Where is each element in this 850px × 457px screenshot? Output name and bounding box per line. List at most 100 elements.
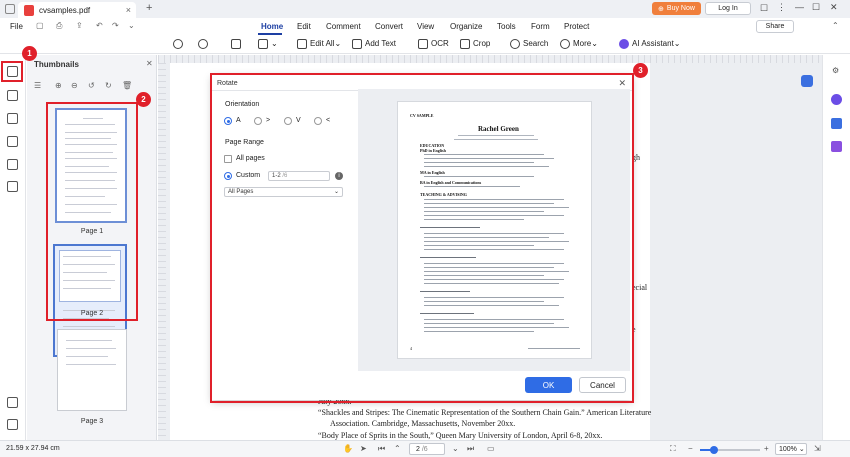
menu-dots-icon[interactable]: ⋮ bbox=[777, 2, 786, 13]
thumbnail-page-3[interactable] bbox=[57, 329, 127, 411]
annotation-box-rotate-dialog bbox=[210, 73, 634, 403]
undo-icon[interactable]: ↶ bbox=[96, 21, 103, 30]
ocr-icon bbox=[418, 39, 428, 49]
annotation-badge-2: 2 bbox=[136, 92, 151, 107]
close-tab-icon[interactable]: × bbox=[126, 5, 131, 15]
search-button[interactable]: Search bbox=[510, 39, 548, 51]
save-icon[interactable]: ▢ bbox=[36, 21, 44, 30]
ai-icon bbox=[619, 39, 629, 49]
app-logo-icon bbox=[5, 4, 15, 14]
properties-icon[interactable]: ⚙ bbox=[832, 66, 839, 75]
menu-bar: File ▢ ⎙ ⇪ ↶ ↷ ⌄ Home Edit Comment Conve… bbox=[0, 18, 850, 36]
bookmark-icon[interactable] bbox=[7, 90, 18, 101]
thumbnails-title: Thumbnails bbox=[34, 60, 79, 69]
fit-width-icon[interactable]: ⇲ bbox=[814, 444, 821, 453]
fit-page-icon[interactable] bbox=[801, 75, 813, 87]
share-out-icon[interactable]: ⇪ bbox=[76, 21, 83, 30]
menu-organize[interactable]: Organize bbox=[450, 22, 482, 31]
ai-assistant-button[interactable]: AI Assistant⌄ bbox=[619, 39, 681, 51]
title-bar: cvsamples.pdf × + ⊕ Buy Now Log In ☐ ⋮ — … bbox=[0, 0, 850, 18]
select-tool-icon[interactable]: ➤ bbox=[360, 444, 367, 453]
page-number-input[interactable]: 2 /6 bbox=[409, 443, 445, 455]
share-button[interactable]: Share bbox=[756, 20, 794, 33]
ocr-button[interactable]: OCR bbox=[418, 39, 449, 51]
highlighter-icon[interactable] bbox=[231, 39, 244, 51]
zoom-in-icon[interactable] bbox=[198, 39, 211, 51]
feedback-icon[interactable] bbox=[7, 419, 18, 430]
menu-tools[interactable]: Tools bbox=[497, 22, 516, 31]
active-menu-underline bbox=[258, 33, 282, 35]
crop-button[interactable]: Crop bbox=[460, 39, 490, 51]
thumbnail-zoom-out-icon[interactable]: ⊖ bbox=[71, 81, 78, 90]
dropdown-chevron-icon[interactable]: ⌄ bbox=[128, 21, 135, 30]
cart-icon: ⊕ bbox=[658, 5, 664, 13]
menu-edit[interactable]: Edit bbox=[297, 22, 311, 31]
rotate-right-icon[interactable]: ↻ bbox=[105, 81, 112, 90]
page-layout-icon[interactable]: ▭ bbox=[487, 444, 495, 453]
more-icon bbox=[560, 39, 570, 49]
zoom-out-icon[interactable] bbox=[173, 39, 186, 51]
new-tab-icon[interactable]: + bbox=[146, 2, 152, 14]
attachment-icon[interactable] bbox=[7, 136, 18, 147]
translate-icon[interactable] bbox=[831, 118, 842, 129]
menu-view[interactable]: View bbox=[417, 22, 434, 31]
zoom-out-small-icon[interactable]: − bbox=[688, 444, 693, 453]
document-tab[interactable]: cvsamples.pdf × bbox=[18, 2, 136, 18]
menu-home[interactable]: Home bbox=[261, 22, 283, 31]
collapse-ribbon-icon[interactable]: ⌃ bbox=[832, 21, 839, 30]
hand-tool-icon[interactable]: ✋ bbox=[343, 444, 353, 453]
thumbnail-menu-icon[interactable]: ☰ bbox=[34, 81, 41, 90]
more-button[interactable]: More⌄ bbox=[560, 39, 598, 51]
search-panel-icon[interactable] bbox=[7, 159, 18, 170]
annotation-badge-1: 1 bbox=[22, 46, 37, 61]
pdf-file-icon bbox=[24, 4, 34, 16]
fullscreen-icon[interactable]: ⛶ bbox=[670, 444, 676, 454]
login-button[interactable]: Log In bbox=[705, 2, 751, 15]
help-icon[interactable] bbox=[7, 397, 18, 408]
close-window-icon[interactable]: ✕ bbox=[830, 2, 838, 13]
zoom-level-select[interactable]: 100% ⌄ bbox=[775, 443, 807, 455]
delete-page-icon[interactable]: 🗑 bbox=[122, 81, 132, 90]
document-text-line: Association. Cambridge, Massachusetts, N… bbox=[330, 419, 516, 428]
zoom-slider-handle[interactable] bbox=[710, 446, 718, 454]
menu-convert[interactable]: Convert bbox=[375, 22, 403, 31]
prev-page-icon[interactable]: ⌃ bbox=[394, 444, 401, 453]
minimize-icon[interactable]: — bbox=[795, 2, 804, 12]
annotation-badge-3: 3 bbox=[633, 63, 648, 78]
zoom-in-small-icon[interactable]: + bbox=[764, 444, 769, 453]
summarize-icon[interactable] bbox=[831, 141, 842, 152]
last-page-icon[interactable]: ⏭ bbox=[467, 444, 474, 454]
add-text-button[interactable]: Add Text bbox=[352, 39, 396, 51]
page-dimensions: 21.59 x 27.94 cm bbox=[6, 445, 60, 452]
horizontal-ruler bbox=[158, 55, 822, 63]
annotation-box-thumbnail-pages bbox=[46, 102, 138, 321]
ai-chat-icon[interactable] bbox=[831, 94, 842, 105]
document-tab-title: cvsamples.pdf bbox=[39, 5, 91, 15]
menu-form[interactable]: Form bbox=[531, 22, 550, 31]
left-icon-rail bbox=[0, 55, 26, 440]
notification-icon[interactable]: ☐ bbox=[760, 3, 768, 14]
crop-icon bbox=[460, 39, 470, 49]
first-page-icon[interactable]: ⏮ bbox=[378, 444, 385, 454]
edit-all-button[interactable]: Edit All⌄ bbox=[297, 39, 341, 51]
document-text-line: “Body Place of Sprits in the South,” Que… bbox=[318, 431, 603, 440]
edit-icon bbox=[297, 39, 307, 49]
menu-file[interactable]: File bbox=[10, 22, 23, 31]
shape-icon[interactable]: ⌄ bbox=[258, 39, 278, 51]
status-bar: 21.59 x 27.94 cm ✋ ➤ ⏮ ⌃ 2 /6 ⌄ ⏭ ▭ ⛶ − … bbox=[0, 440, 850, 457]
print-icon[interactable]: ⎙ bbox=[56, 21, 62, 31]
next-page-icon[interactable]: ⌄ bbox=[452, 444, 459, 453]
document-text-fragment: ecial bbox=[632, 283, 648, 292]
rotate-left-icon[interactable]: ↺ bbox=[88, 81, 95, 90]
redo-icon[interactable]: ↷ bbox=[112, 21, 119, 30]
menu-protect[interactable]: Protect bbox=[564, 22, 589, 31]
buy-now-button[interactable]: ⊕ Buy Now bbox=[652, 2, 701, 15]
document-text-line: “Shackles and Stripes: The Cinematic Rep… bbox=[318, 408, 652, 417]
thumbnail-zoom-in-icon[interactable]: ⊕ bbox=[55, 81, 62, 90]
menu-comment[interactable]: Comment bbox=[326, 22, 361, 31]
close-panel-icon[interactable]: ✕ bbox=[146, 59, 153, 68]
layers-icon[interactable] bbox=[7, 181, 18, 192]
annotation-box-thumbnails-icon bbox=[1, 61, 23, 82]
comment-icon[interactable] bbox=[7, 113, 18, 124]
maximize-icon[interactable]: ☐ bbox=[812, 2, 820, 13]
